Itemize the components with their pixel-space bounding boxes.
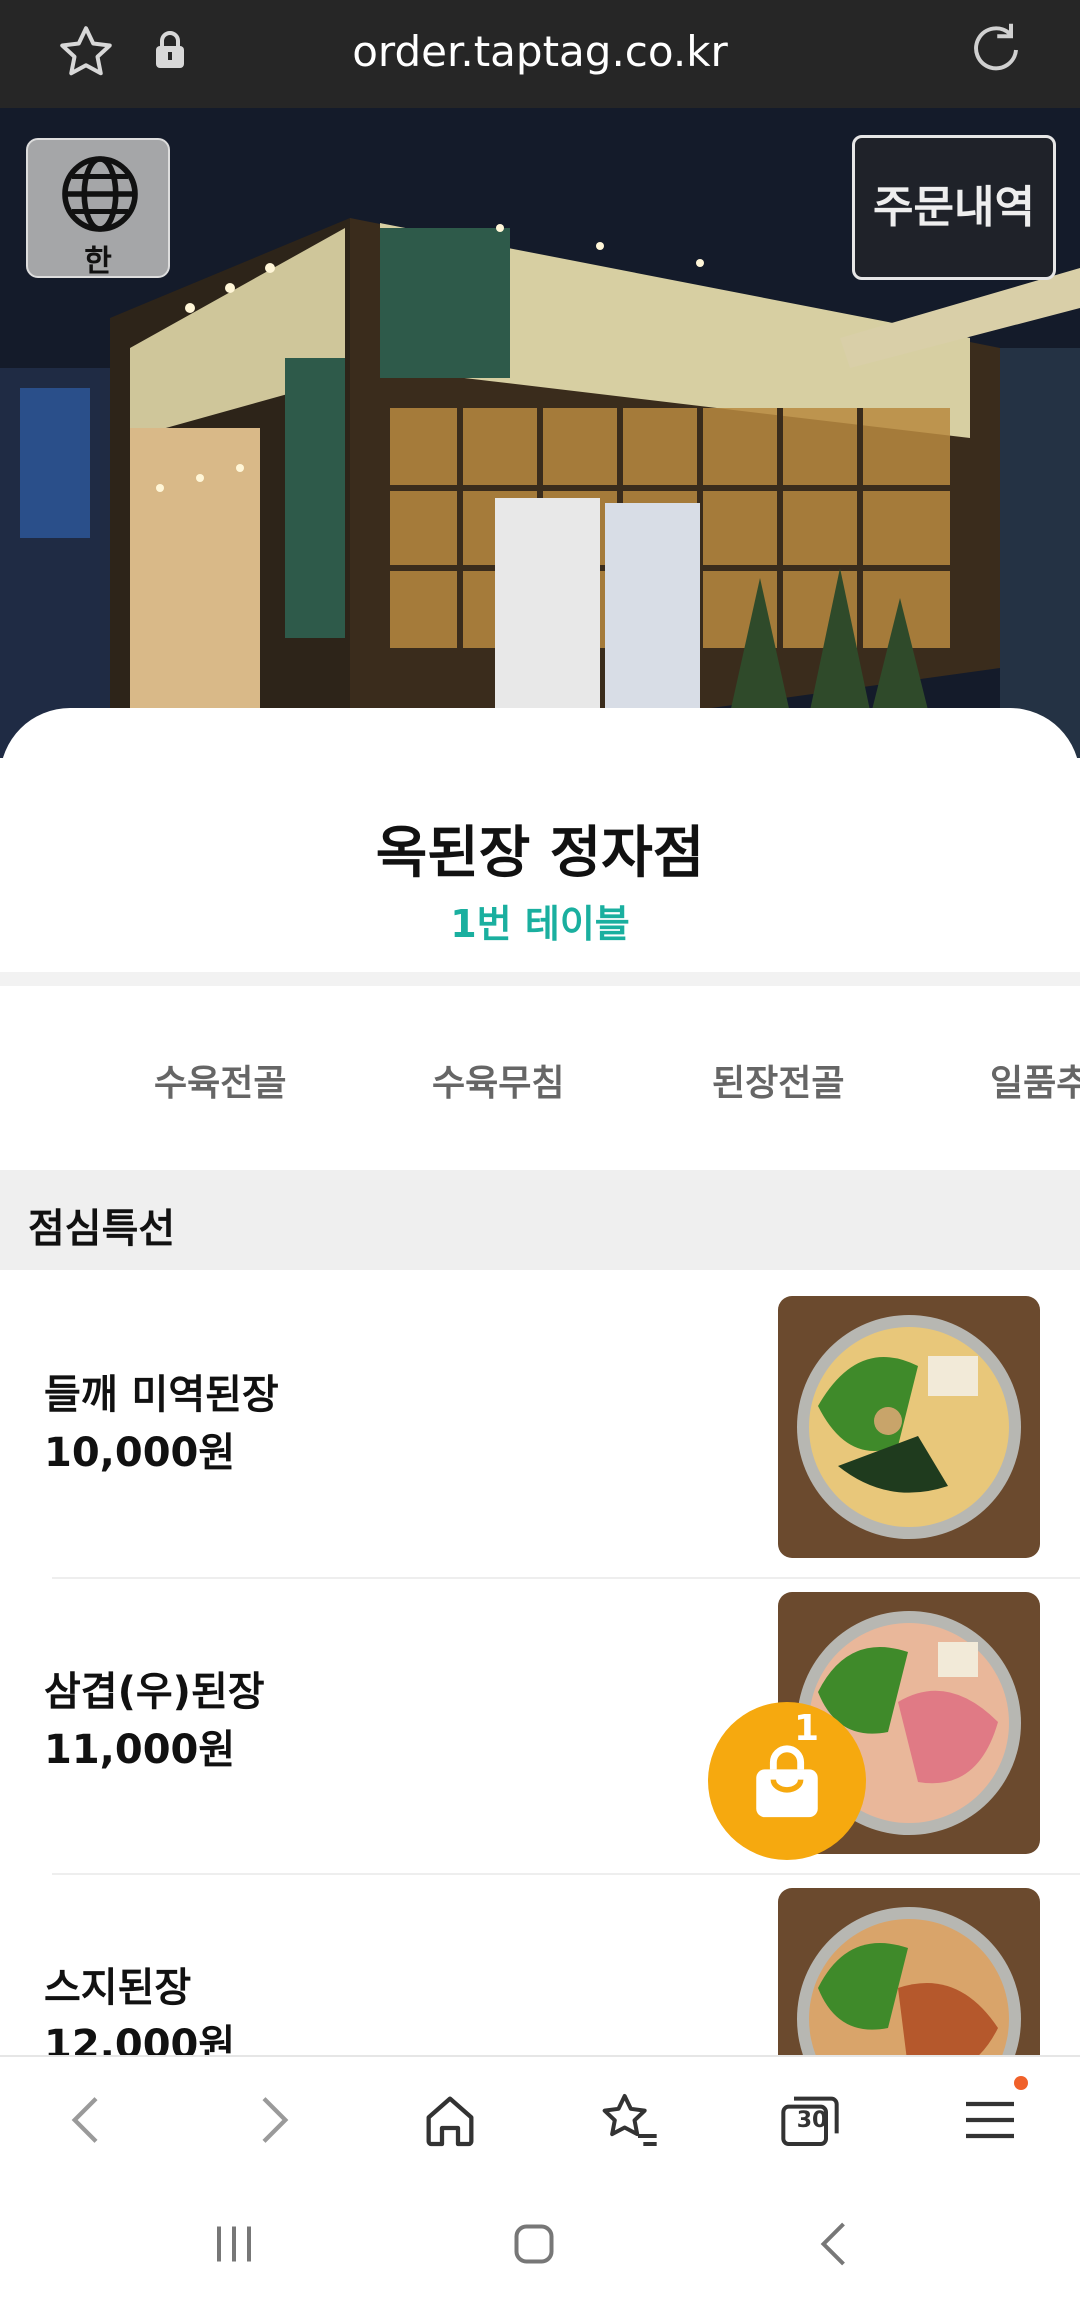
tab-category[interactable]: 된장전골 xyxy=(712,1054,844,1106)
shopping-bag-icon xyxy=(756,1745,818,1818)
home-nav-icon[interactable] xyxy=(504,2214,564,2274)
tab-category[interactable]: 일품추 xyxy=(990,1054,1080,1106)
browser-toolbar xyxy=(0,2055,1080,2185)
store-name: 옥된장 정자점 xyxy=(375,821,705,886)
back-icon[interactable] xyxy=(56,2088,120,2152)
forward-icon[interactable] xyxy=(240,2088,304,2152)
menu-item-price: 11,000원 xyxy=(44,1727,236,1773)
menu-item-price: 10,000원 xyxy=(44,1430,236,1476)
section-title: 점심특선 xyxy=(28,1206,176,1252)
back-nav-icon[interactable] xyxy=(806,2214,866,2274)
order-history-button[interactable]: 주문내역 xyxy=(852,135,1056,280)
menu-item-image[interactable] xyxy=(778,1296,1040,1558)
table-number: 1번 테이블 xyxy=(450,902,630,946)
language-label: 한 xyxy=(84,244,112,279)
bookmarks-icon[interactable] xyxy=(598,2088,662,2152)
menu-item-name[interactable]: 들깨 미역된장 xyxy=(44,1362,279,1420)
divider xyxy=(0,972,1080,986)
notification-dot xyxy=(1014,2076,1028,2090)
menu-item-image[interactable] xyxy=(778,1888,1040,2055)
menu-item-name[interactable]: 스지된장 xyxy=(44,1955,191,2013)
url-text[interactable]: order.taptag.co.kr xyxy=(0,22,1080,82)
section-header: 점심특선 xyxy=(0,1170,1080,1270)
divider xyxy=(52,1577,1080,1579)
home-icon[interactable] xyxy=(418,2088,482,2152)
menu-icon[interactable] xyxy=(958,2088,1022,2152)
divider xyxy=(52,1873,1080,1875)
reload-icon[interactable] xyxy=(966,20,1026,80)
menu-item-name[interactable]: 삼겹(우)된장 xyxy=(44,1659,265,1717)
cart-button[interactable]: 1 xyxy=(708,1702,866,1860)
tabs-count: 30 xyxy=(796,2108,828,2133)
language-button[interactable]: 한 xyxy=(26,138,170,279)
tab-category[interactable]: 수육무침 xyxy=(432,1054,564,1106)
recent-apps-icon[interactable] xyxy=(204,2214,264,2274)
tab-category[interactable]: 수육전골 xyxy=(154,1054,286,1106)
globe-icon xyxy=(62,156,138,232)
browser-url-bar: order.taptag.co.kr xyxy=(0,0,1080,108)
cart-count-badge: 1 xyxy=(794,1708,820,1749)
